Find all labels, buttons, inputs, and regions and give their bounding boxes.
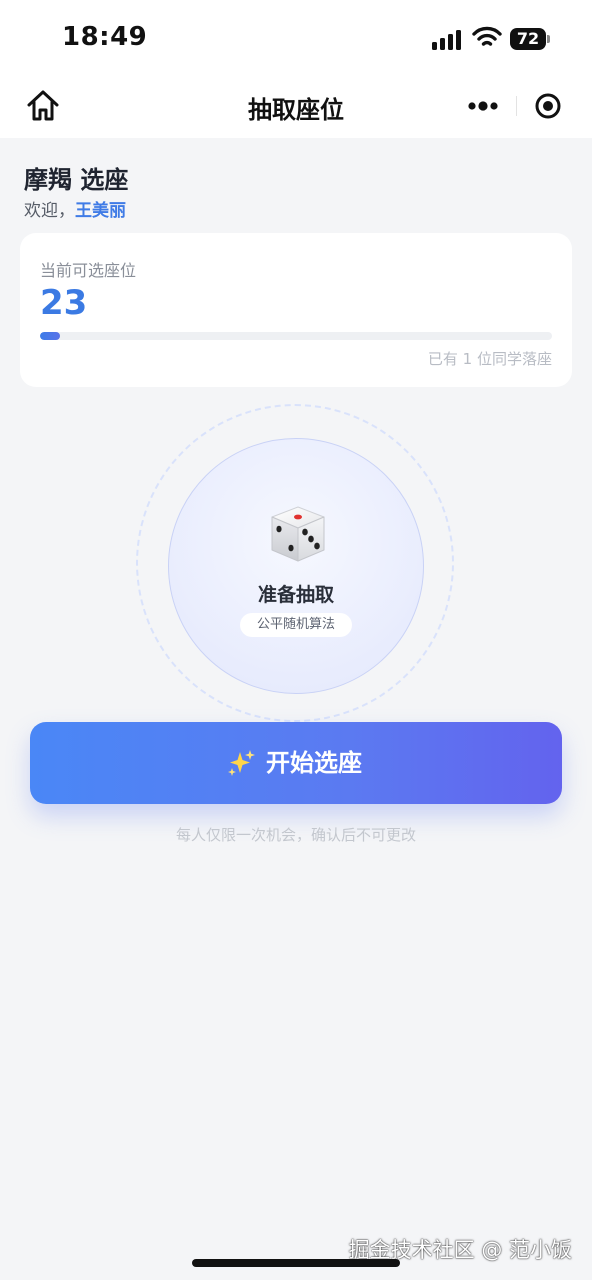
- status-time: 18:49: [62, 22, 148, 52]
- signal-icon: [432, 30, 461, 50]
- more-dots-icon[interactable]: [452, 86, 514, 126]
- start-select-seat-button[interactable]: 开始选座: [30, 722, 562, 804]
- welcome-line: 欢迎，王美丽: [24, 196, 126, 221]
- available-seats-count: 23: [40, 283, 88, 323]
- capsule-divider: [516, 96, 517, 116]
- home-indicator: [192, 1259, 400, 1267]
- user-name: 王美丽: [75, 201, 126, 221]
- target-icon[interactable]: [522, 86, 574, 126]
- battery-level: 72: [516, 29, 540, 48]
- seat-stats-card: 当前可选座位 23 已有 1 位同学落座: [20, 233, 572, 387]
- available-seats-label: 当前可选座位: [40, 261, 137, 280]
- status-bar: 18:49 72: [0, 0, 592, 74]
- algorithm-badge: 公平随机算法: [240, 613, 352, 637]
- draw-circle[interactable]: 准备抽取 公平随机算法: [168, 438, 424, 694]
- heading: 摩羯 选座: [24, 166, 129, 194]
- menu-capsule: [452, 86, 574, 126]
- battery-cap: [547, 35, 550, 43]
- nav-bar: 抽取座位: [0, 74, 592, 138]
- seated-note: 已有 1 位同学落座: [427, 350, 552, 368]
- progress-fill: [40, 332, 61, 340]
- dice-icon: [271, 506, 325, 562]
- welcome-prefix: 欢迎，: [24, 201, 75, 221]
- rule-hint: 每人仅限一次机会，确认后不可更改: [175, 826, 416, 844]
- wifi-icon: [472, 26, 502, 46]
- start-button-label: 开始选座: [266, 749, 362, 777]
- draw-status: 准备抽取: [257, 584, 334, 606]
- progress-bar: [40, 332, 552, 340]
- sparkles-icon: [228, 750, 255, 776]
